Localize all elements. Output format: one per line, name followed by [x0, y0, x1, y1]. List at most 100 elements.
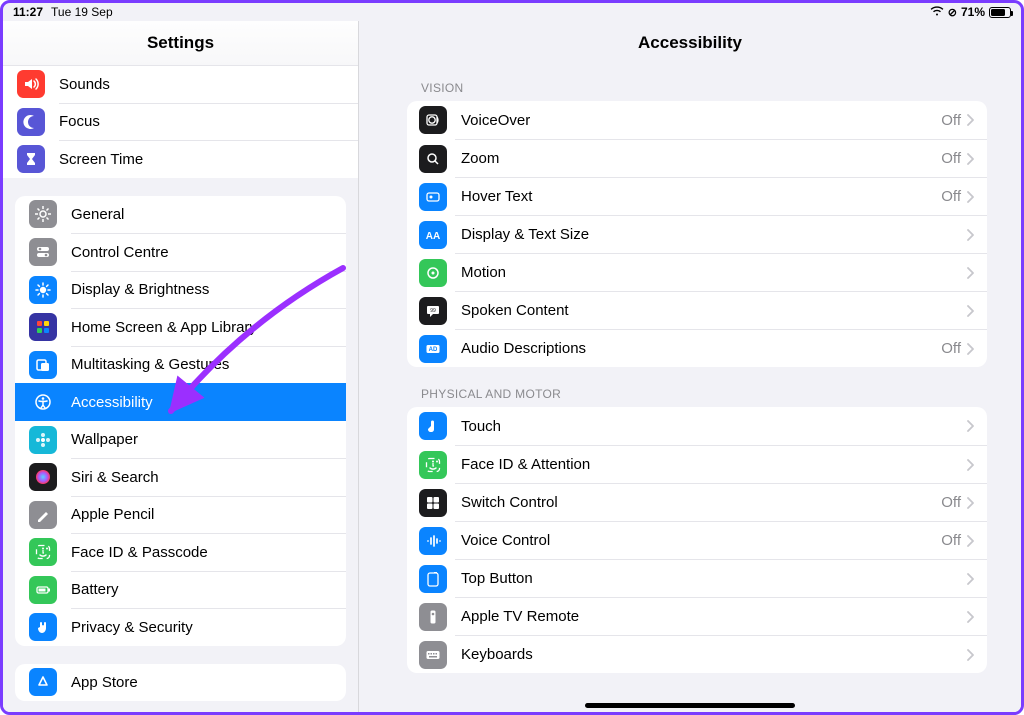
detail-row-top-button[interactable]: Top Button [455, 559, 987, 597]
sun-icon [29, 276, 57, 304]
detail-row-switch-control[interactable]: Switch ControlOff [455, 483, 987, 521]
sidebar-item-control-centre[interactable]: Control Centre [71, 233, 346, 271]
detail-row-label: Voice Control [461, 532, 941, 549]
access-icon [29, 388, 57, 416]
rect-overlap-icon [29, 351, 57, 379]
sidebar-item-home-screen-app-library[interactable]: Home Screen & App Library [71, 308, 346, 346]
keyboard-icon [419, 641, 447, 669]
detail-row-label: Zoom [461, 150, 941, 167]
appstore-icon [29, 668, 57, 696]
motion-icon [419, 259, 447, 287]
sidebar-item-siri-search[interactable]: Siri & Search [71, 458, 346, 496]
sidebar-item-multitasking-gestures[interactable]: Multitasking & Gestures [71, 346, 346, 384]
detail-group: Touch Face ID & Attention Switch ControlOf… [407, 407, 987, 673]
chevron-right-icon [967, 114, 975, 126]
section-header: VISION [421, 81, 987, 95]
sidebar-item-apple-pencil[interactable]: Apple Pencil [71, 496, 346, 534]
chevron-right-icon [967, 191, 975, 203]
sidebar-item-battery[interactable]: Battery [71, 571, 346, 609]
detail-row-hover-text[interactable]: Hover TextOff [455, 177, 987, 215]
detail-row-value: Off [941, 532, 961, 549]
sidebar-item-accessibility[interactable]: Accessibility [15, 383, 346, 421]
detail-row-value: Off [941, 340, 961, 357]
faceid-icon [419, 451, 447, 479]
sidebar-item-label: General [71, 206, 124, 223]
detail-row-label: Hover Text [461, 188, 941, 205]
sidebar-item-label: Privacy & Security [71, 619, 193, 636]
sidebar-group-1: Sounds Focus Screen Time [3, 65, 358, 178]
detail-row-face-id-attention[interactable]: Face ID & Attention [455, 445, 987, 483]
detail-row-value: Off [941, 112, 961, 129]
sidebar-item-label: Apple Pencil [71, 506, 154, 523]
chevron-right-icon [967, 497, 975, 509]
sidebar-item-display-brightness[interactable]: Display & Brightness [71, 271, 346, 309]
detail-row-label: Touch [461, 418, 967, 435]
detail-row-value: Off [941, 150, 961, 167]
detail-row-audio-descriptions[interactable]: ADAudio DescriptionsOff [455, 329, 987, 367]
detail-row-apple-tv-remote[interactable]: Apple TV Remote [455, 597, 987, 635]
zoom-icon [419, 145, 447, 173]
chevron-right-icon [967, 535, 975, 547]
sidebar-item-label: Siri & Search [71, 469, 159, 486]
chevron-right-icon [967, 229, 975, 241]
chevron-right-icon [967, 611, 975, 623]
detail-row-label: Keyboards [461, 646, 967, 663]
aa-icon: AA [419, 221, 447, 249]
chevron-right-icon [967, 305, 975, 317]
sidebar-item-screen-time[interactable]: Screen Time [59, 140, 358, 178]
sidebar-title: Settings [3, 21, 358, 65]
detail-row-motion[interactable]: Motion [455, 253, 987, 291]
sidebar-item-label: Control Centre [71, 244, 169, 261]
detail-row-label: VoiceOver [461, 112, 941, 129]
sidebar-item-label: Wallpaper [71, 431, 138, 448]
chevron-right-icon [967, 573, 975, 585]
detail-row-display-text-size[interactable]: AADisplay & Text Size [455, 215, 987, 253]
sidebar-group-2: General Control Centre Display & Brightnes… [15, 196, 346, 646]
sidebar-item-general[interactable]: General [15, 196, 346, 234]
remote-icon [419, 603, 447, 631]
hourglass-icon [17, 145, 45, 173]
sidebar-item-privacy-security[interactable]: Privacy & Security [71, 608, 346, 646]
switches-icon [29, 238, 57, 266]
detail-row-label: Top Button [461, 570, 967, 587]
bubble-icon: 99 [419, 297, 447, 325]
sidebar-item-label: Battery [71, 581, 119, 598]
section-header: PHYSICAL AND MOTOR [421, 387, 987, 401]
sidebar-item-face-id-passcode[interactable]: Face ID & Passcode [71, 533, 346, 571]
sidebar-group-3: App Store [15, 664, 346, 702]
detail-row-voiceover[interactable]: VoiceOverOff [407, 101, 987, 139]
sidebar-item-sounds[interactable]: Sounds [3, 65, 358, 103]
sidebar-item-focus[interactable]: Focus [59, 103, 358, 141]
chevron-right-icon [967, 267, 975, 279]
sidebar-item-wallpaper[interactable]: Wallpaper [71, 421, 346, 459]
detail-group: VoiceOverOffZoomOffHover TextOffAADispla… [407, 101, 987, 367]
detail-title: Accessibility [359, 21, 1021, 65]
gear-icon [29, 200, 57, 228]
hand-icon [29, 613, 57, 641]
svg-text:99: 99 [430, 308, 436, 314]
sidebar-scroll[interactable]: Sounds Focus Screen Time General Control Ce… [3, 65, 358, 712]
sidebar-item-label: Screen Time [59, 151, 143, 168]
home-indicator[interactable] [585, 703, 795, 708]
detail-row-value: Off [941, 494, 961, 511]
detail-row-label: Spoken Content [461, 302, 967, 319]
chevron-right-icon [967, 343, 975, 355]
chevron-right-icon [967, 459, 975, 471]
faceid-icon [29, 538, 57, 566]
detail-row-spoken-content[interactable]: 99Spoken Content [455, 291, 987, 329]
hover-icon [419, 183, 447, 211]
svg-text:AA: AA [426, 231, 440, 242]
sidebar-item-label: Home Screen & App Library [71, 319, 257, 336]
sidebar-item-label: Face ID & Passcode [71, 544, 208, 561]
sidebar-item-label: Sounds [59, 76, 110, 93]
detail-row-voice-control[interactable]: Voice ControlOff [455, 521, 987, 559]
detail-row-zoom[interactable]: ZoomOff [455, 139, 987, 177]
detail-row-touch[interactable]: Touch [407, 407, 987, 445]
detail-row-keyboards[interactable]: Keyboards [455, 635, 987, 673]
detail-scroll[interactable]: VISIONVoiceOverOffZoomOffHover TextOffAA… [359, 65, 1021, 712]
voicec-icon [419, 527, 447, 555]
detail-row-label: Face ID & Attention [461, 456, 967, 473]
voiceover-icon [419, 106, 447, 134]
sidebar-item-app-store[interactable]: App Store [15, 664, 346, 702]
detail-row-label: Apple TV Remote [461, 608, 967, 625]
